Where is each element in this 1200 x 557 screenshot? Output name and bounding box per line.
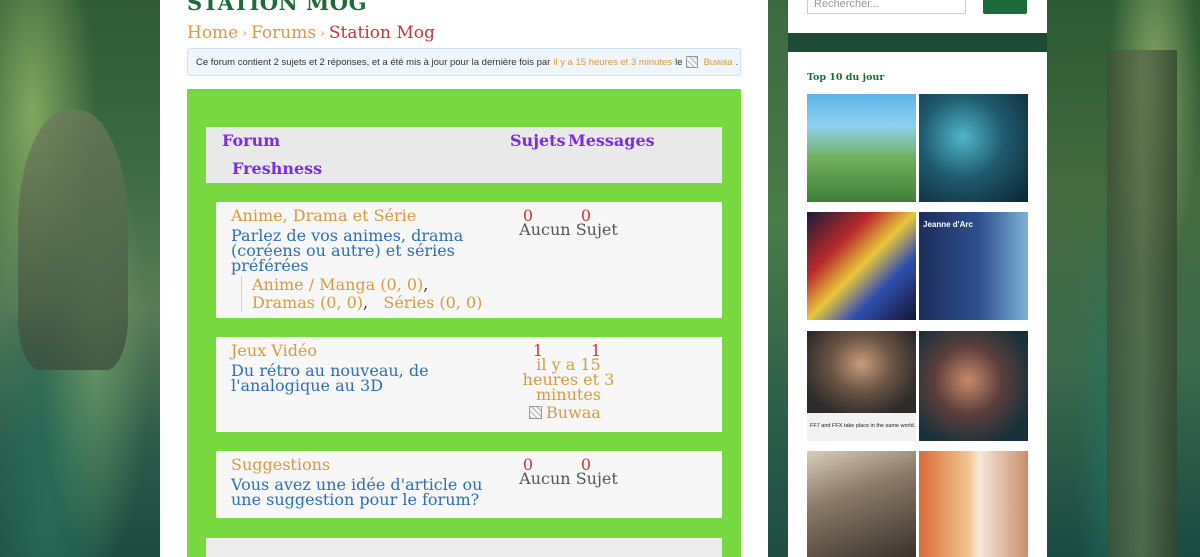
subforum-link-anime[interactable]: Anime / Manga (0, 0): [252, 275, 423, 294]
search-input[interactable]: Rechercher...: [807, 0, 966, 14]
thumb-label: Jeanne d'Arc: [923, 220, 973, 229]
forum-row: Anime, Drama et Série Parlez de vos anim…: [216, 202, 722, 318]
info-prefix: Ce forum contient 2 sujets et 2 réponses…: [196, 56, 551, 68]
forum-description: Du rétro au nouveau, de l'analogique au …: [231, 361, 429, 395]
breadcrumb-current: Station Mog: [328, 23, 435, 43]
forum-description: Parlez de vos animes, drama (coréens ou …: [231, 226, 464, 275]
forum-title-link[interactable]: Anime, Drama et Série: [231, 206, 416, 225]
forum-title-link[interactable]: Suggestions: [231, 455, 330, 474]
forum-list: Forum Freshness Sujets Messages Anime, D…: [187, 89, 741, 557]
freshness-link[interactable]: il y a 15 heures et 3 minutes: [516, 357, 621, 403]
top10-thumb-ff-characters[interactable]: [919, 451, 1028, 557]
header-messages: Messages: [568, 131, 655, 150]
top10-thumb-ff-photo[interactable]: FF7 and FFX take place in the same world…: [807, 331, 916, 441]
forum-list-header: Forum Freshness Sujets Messages: [206, 127, 722, 183]
breadcrumb-separator: ›: [320, 26, 325, 40]
forum-info-notice: Ce forum contient 2 sujets et 2 réponses…: [187, 48, 741, 76]
background-tree-trunk: [1107, 50, 1177, 557]
background-scenery-left: [0, 0, 160, 557]
info-user-link[interactable]: Buwaa: [704, 57, 733, 68]
breadcrumb: Home › Forums › Station Mog: [187, 23, 435, 43]
search-button[interactable]: [983, 0, 1027, 14]
freshness-author: Buwaa: [529, 403, 601, 422]
thumb-photo: [807, 331, 916, 413]
user-avatar-icon: [529, 406, 542, 419]
freshness-text: Aucun Sujet: [519, 469, 618, 488]
header-forum: Forum: [222, 131, 281, 150]
info-freshness-link[interactable]: il y a 15 heures et 3 minutes: [553, 57, 672, 68]
breadcrumb-home[interactable]: Home: [187, 23, 238, 43]
sidebar-search-widget: Rechercher...: [788, 0, 1047, 33]
top10-thumb-dark-creature[interactable]: [919, 94, 1028, 202]
forum-title-link[interactable]: Jeux Vidéo: [231, 341, 317, 360]
breadcrumb-separator: ›: [242, 26, 248, 40]
main-content: STATION MOG Home › Forums › Station Mog …: [160, 0, 768, 557]
subforum-separator: ,: [363, 293, 369, 312]
subforum-link-dramas[interactable]: Dramas (0, 0): [252, 293, 363, 312]
top10-thumb-anime-character[interactable]: [807, 451, 916, 557]
site-title[interactable]: STATION MOG: [187, 0, 367, 15]
top10-thumb-zelda-landscape[interactable]: [807, 94, 916, 202]
info-suffix: .: [735, 56, 739, 68]
subforum-link-series[interactable]: Séries (0, 0): [383, 293, 482, 312]
breadcrumb-forums[interactable]: Forums: [251, 23, 316, 43]
forum-row: Jeux Vidéo Du rétro au nouveau, de l'ana…: [216, 337, 722, 432]
widget-title: Top 10 du jour: [807, 72, 885, 83]
header-sujets: Sujets: [510, 131, 566, 150]
sidebar-top10-widget: Top 10 du jour Jeanne d'Arc FF7 and FFX …: [788, 52, 1047, 557]
forum-list-footer: [206, 538, 722, 557]
background-scenery-right: [1047, 0, 1200, 557]
forum-description: Vous avez une idée d'article ou une sugg…: [231, 475, 483, 509]
top10-thumb-jeanne-darc[interactable]: Jeanne d'Arc: [919, 212, 1028, 320]
thumb-caption: FF7 and FFX take place in the same world…: [810, 423, 916, 429]
freshness-author-link[interactable]: Buwaa: [546, 403, 601, 422]
header-freshness: Freshness: [232, 159, 323, 178]
freshness-text: Aucun Sujet: [519, 220, 618, 239]
top10-thumb-xmen-comic[interactable]: [807, 212, 916, 320]
top10-thumb-warrior-portrait[interactable]: [919, 331, 1028, 441]
subforum-list: Anime / Manga (0, 0), Dramas (0, 0), Sér…: [241, 276, 501, 312]
forum-row: Suggestions Vous avez une idée d'article…: [216, 451, 722, 518]
info-middle: le: [675, 56, 683, 68]
user-avatar-icon: [685, 56, 698, 68]
background-tree-trunk: [18, 110, 128, 370]
subforum-separator: ,: [423, 275, 429, 294]
